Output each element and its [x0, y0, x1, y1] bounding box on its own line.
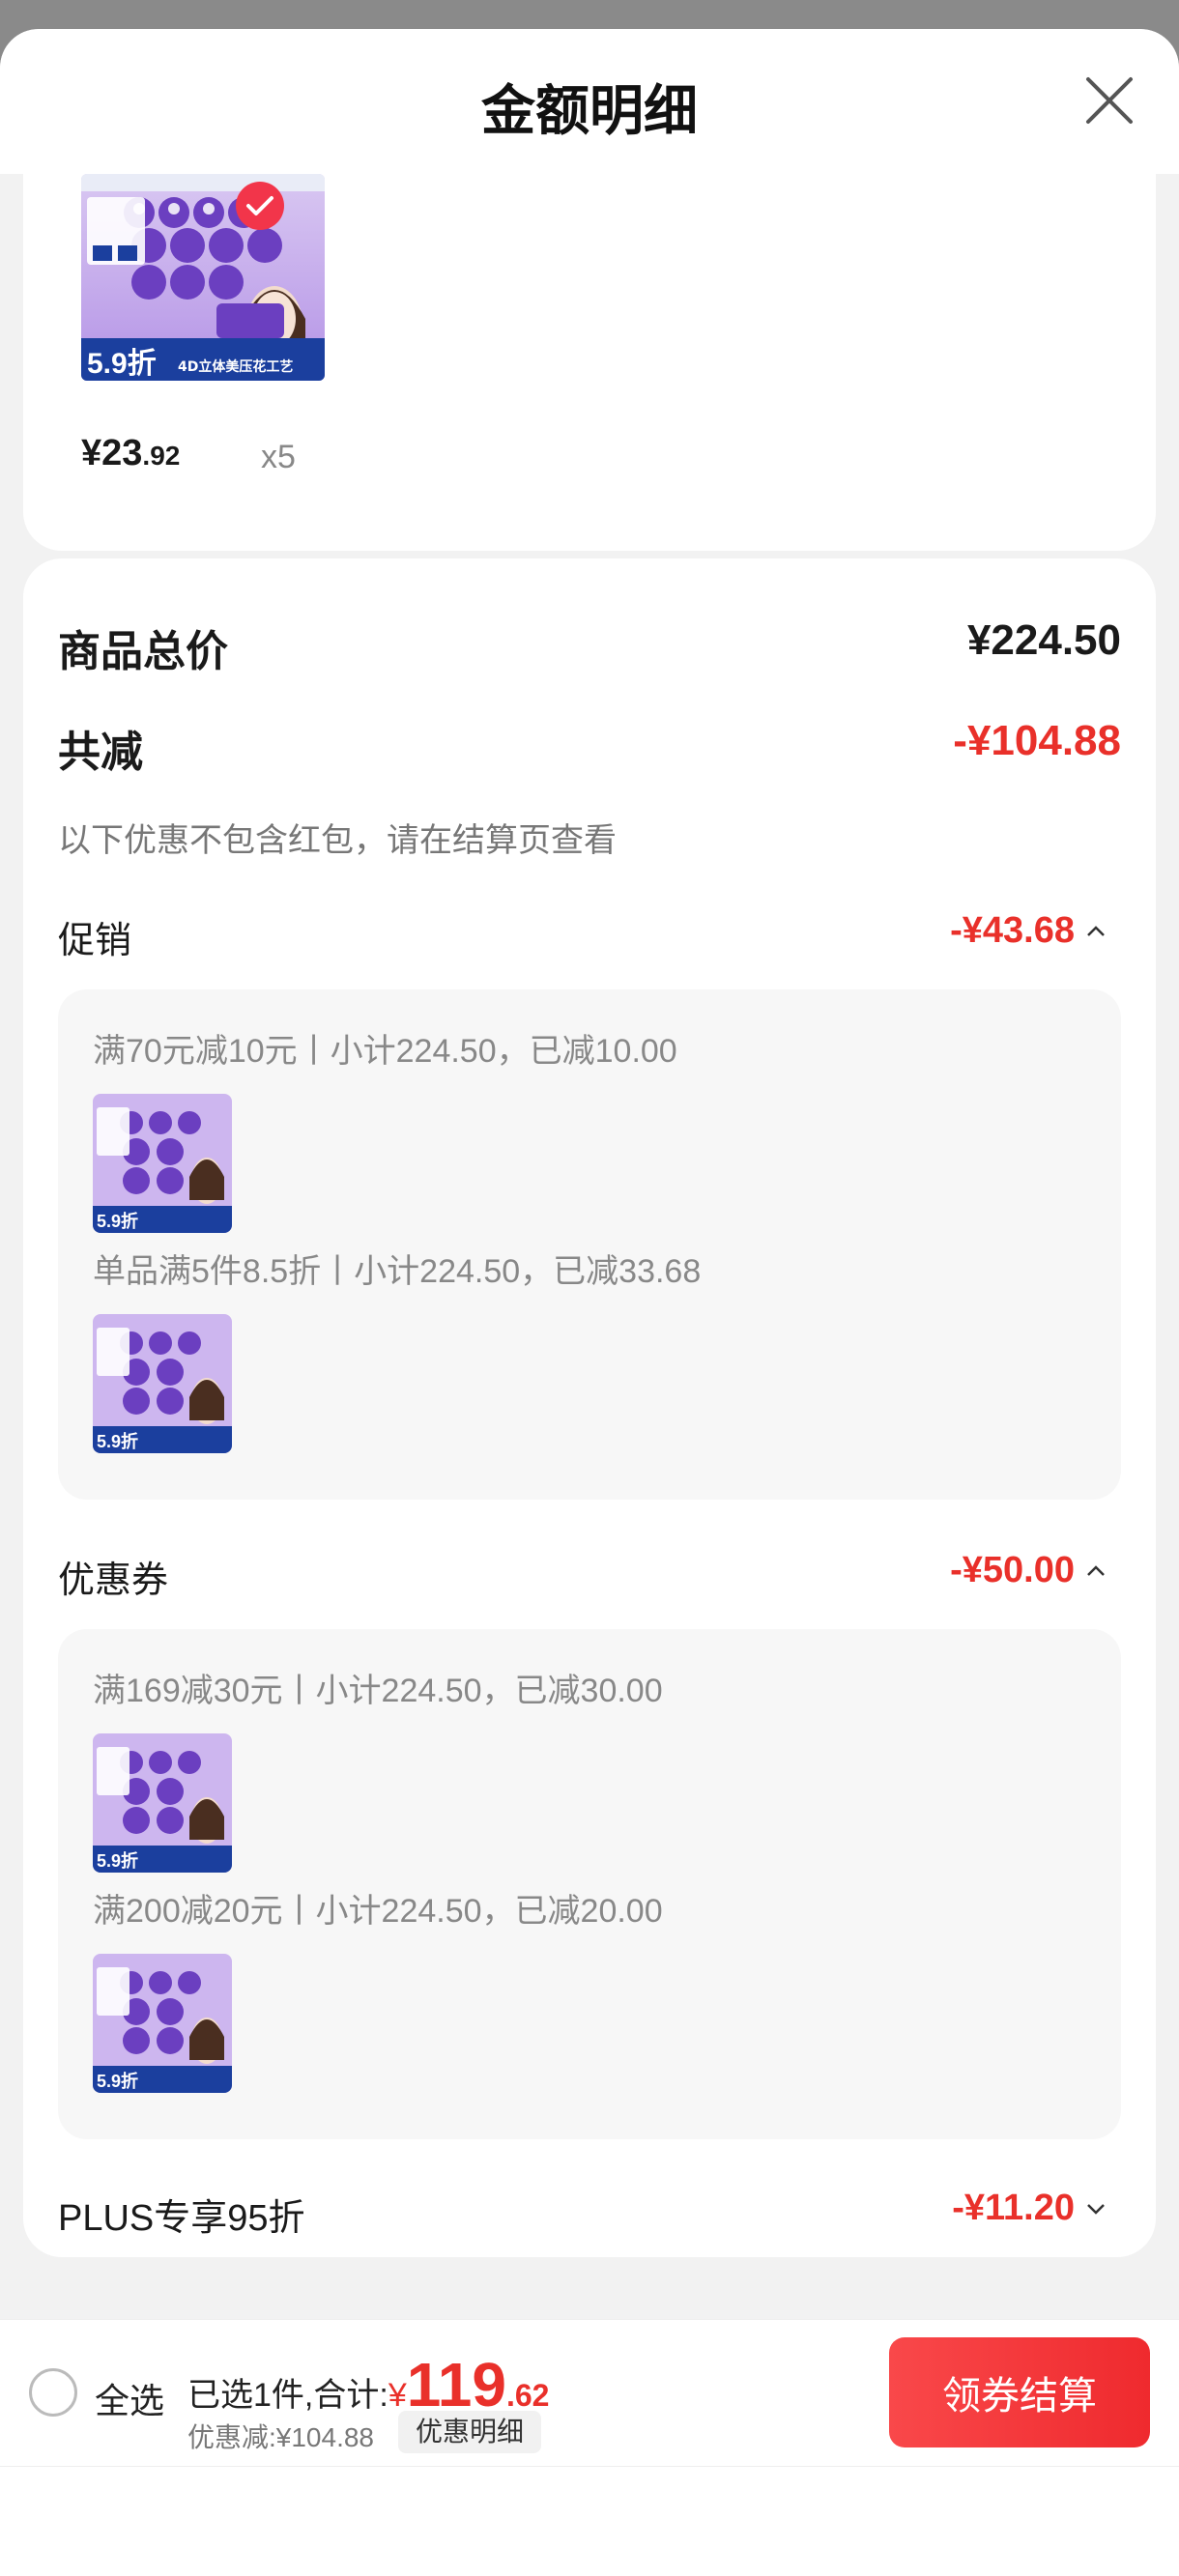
promotion-rule: 单品满5件8.5折丨小计224.50，已减33.68	[93, 1253, 702, 1290]
promotion-rule: 满70元减10元丨小计224.50，已减10.00	[93, 1033, 677, 1070]
sheet-header: 金额明细	[0, 29, 1179, 174]
svg-text:4D立体美压花工艺: 4D立体美压花工艺	[178, 358, 293, 375]
checkout-bar: 全选 已选1件,合计:¥119.62 优惠减:¥104.88 优惠明细 领券结算	[0, 2319, 1179, 2466]
total-summary: 已选1件,合计:¥119.62	[187, 2349, 549, 2420]
product-image[interactable]: 5.9折 4D立体美压花工艺	[81, 174, 325, 381]
rule-product-thumbnail[interactable]: 5.9折	[93, 1094, 232, 1233]
rule-product-thumbnail[interactable]: 5.9折	[93, 1733, 232, 1873]
reduced-label: 共减	[58, 729, 143, 776]
promotion-box: 满70元减10元丨小计224.50，已减10.00 5.9折 单品满5件8.5折…	[58, 989, 1121, 1500]
summary-prefix: 已选1件,合计:	[187, 2377, 388, 2414]
goods-total-label: 商品总价	[58, 628, 228, 675]
price-integer: 23	[101, 433, 143, 473]
unit-price: ¥23.92	[81, 433, 180, 474]
coupon-rule: 满169减30元丨小计224.50，已减30.00	[93, 1673, 663, 1709]
promotion-value: -¥43.68	[950, 910, 1075, 951]
svg-text:5.9折: 5.9折	[97, 2071, 138, 2091]
checked-icon[interactable]	[236, 182, 284, 230]
select-all-label[interactable]: 全选	[95, 2373, 164, 2423]
detail-sheet: 金额明细 5.9折 4D立体美压花工艺 ¥23.92 x5 商品总价 ¥224.…	[0, 29, 1179, 2576]
plus-label: PLUS专享95折	[58, 2198, 305, 2239]
bottom-safe-area	[0, 2466, 1179, 2576]
price-decimal: .92	[142, 441, 181, 471]
svg-text:5.9折: 5.9折	[87, 348, 157, 380]
reduced-value: -¥104.88	[953, 717, 1121, 764]
coupon-rule: 满200减20元丨小计224.50，已减20.00	[93, 1893, 663, 1930]
discount-note: 以下优惠不包含红包，请在结算页查看	[58, 822, 617, 859]
coupon-box: 满169减30元丨小计224.50，已减30.00 5.9折 满200减20元丨…	[58, 1629, 1121, 2139]
product-card: 5.9折 4D立体美压花工艺 ¥23.92 x5	[23, 174, 1156, 551]
chevron-down-icon	[1087, 2203, 1105, 2215]
quantity: x5	[261, 439, 296, 475]
price-symbol: ¥	[81, 433, 102, 473]
rule-product-thumbnail[interactable]: 5.9折	[93, 1314, 232, 1453]
coupon-value: -¥50.00	[950, 1550, 1075, 1590]
goods-total-value: ¥224.50	[966, 616, 1121, 664]
close-icon[interactable]	[1082, 73, 1136, 128]
coupon-label: 优惠券	[58, 1560, 169, 1601]
discount-summary: 优惠减:¥104.88	[187, 2422, 374, 2452]
amount-detail-card: 商品总价 ¥224.50 共减 -¥104.88 以下优惠不包含红包，请在结算页…	[23, 558, 1156, 2257]
plus-value: -¥11.20	[952, 2188, 1075, 2228]
select-all-radio[interactable]	[29, 2368, 77, 2417]
svg-text:5.9折: 5.9折	[97, 1431, 138, 1451]
plus-toggle[interactable]: -¥11.20	[952, 2188, 1107, 2229]
total-integer: 119	[406, 2350, 506, 2419]
promotion-toggle[interactable]: -¥43.68	[950, 910, 1107, 952]
discount-detail-button[interactable]: 优惠明细	[398, 2411, 542, 2453]
chevron-up-icon	[1087, 1564, 1105, 1576]
rule-product-thumbnail[interactable]: 5.9折	[93, 1954, 232, 2093]
promotion-label: 促销	[58, 921, 132, 961]
chevron-up-icon	[1087, 925, 1105, 936]
total-decimal: .62	[505, 2378, 550, 2413]
checkout-button[interactable]: 领券结算	[889, 2337, 1150, 2447]
sheet-title: 金额明细	[481, 80, 698, 141]
svg-text:5.9折: 5.9折	[97, 1211, 138, 1231]
svg-text:5.9折: 5.9折	[97, 1850, 138, 1871]
total-currency: ¥	[388, 2377, 407, 2414]
coupon-toggle[interactable]: -¥50.00	[950, 1550, 1107, 1591]
